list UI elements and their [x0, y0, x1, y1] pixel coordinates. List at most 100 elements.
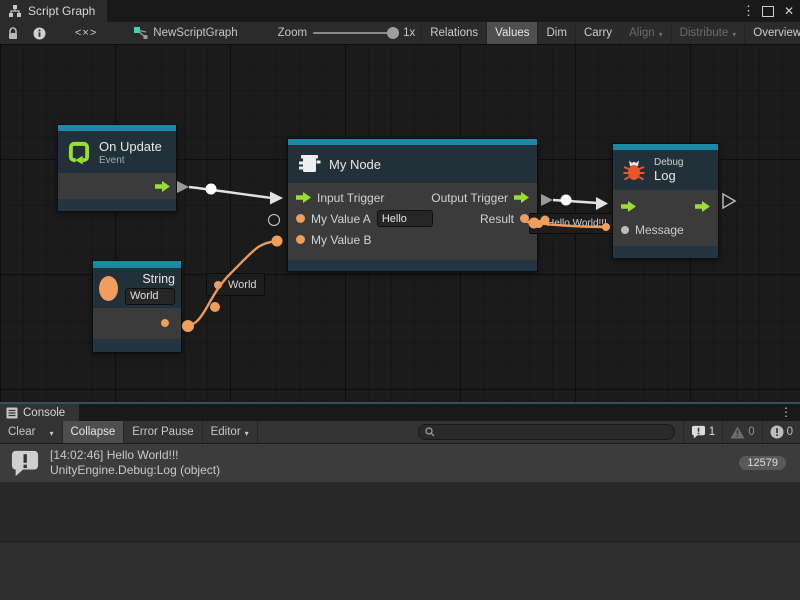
- relations-button[interactable]: Relations: [421, 22, 486, 44]
- log-collapse-count: 12579: [739, 456, 786, 470]
- bug-icon: [621, 157, 647, 183]
- string-output-port[interactable]: [161, 319, 169, 327]
- node-title-bar: [93, 261, 181, 268]
- tab-script-graph[interactable]: Script Graph: [0, 0, 107, 22]
- output-trigger-port[interactable]: [695, 201, 710, 212]
- node-on-update[interactable]: On Update Event: [57, 124, 177, 212]
- error-pause-button[interactable]: Error Pause: [124, 421, 202, 443]
- console-menu-icon[interactable]: ⋮: [780, 405, 792, 419]
- console-detail-pane[interactable]: [0, 542, 800, 600]
- node-category: Debug: [654, 157, 683, 168]
- input-trigger-port[interactable]: Input Trigger: [296, 191, 384, 205]
- node-footer: [288, 260, 537, 271]
- node-footer: [58, 199, 176, 211]
- chevron-down-icon: ▾: [659, 30, 663, 39]
- port-row: Input Trigger Output Trigger: [288, 187, 537, 208]
- overview-button[interactable]: Overview: [744, 22, 800, 44]
- info-count[interactable]: 1: [683, 421, 722, 443]
- wire-flow-dot: [210, 302, 220, 312]
- warning-count[interactable]: 0: [722, 421, 761, 443]
- node-debug-log[interactable]: Debug Log Message: [612, 143, 719, 259]
- wire-end-arrow: [270, 192, 283, 205]
- wire-flow-dot: [561, 195, 572, 206]
- console-tab-bar: Console ⋮: [0, 404, 800, 421]
- port-label: My Value A: [311, 212, 371, 226]
- maximize-icon[interactable]: [762, 6, 774, 17]
- lock-icon[interactable]: [0, 22, 26, 44]
- tab-console[interactable]: Console: [0, 404, 79, 421]
- chevron-down-icon: ▾: [245, 429, 249, 438]
- graph-toolbar: <×> NewScriptGraph Zoom 1x Relations Val…: [0, 22, 800, 45]
- console-list-empty[interactable]: [0, 483, 800, 542]
- close-icon[interactable]: ✕: [784, 4, 794, 18]
- collapse-button[interactable]: Collapse: [63, 421, 125, 443]
- wire-source-arrow[interactable]: [177, 181, 189, 193]
- string-value-input[interactable]: [125, 288, 175, 305]
- port-label: Result: [480, 212, 514, 226]
- distribute-button[interactable]: Distribute▾: [671, 22, 745, 44]
- value-dot-icon: [214, 281, 222, 289]
- output-trigger-port[interactable]: Output Trigger: [431, 191, 529, 205]
- zoom-control: Zoom 1x: [248, 27, 422, 39]
- graph-tab-icon: [8, 4, 22, 18]
- output-trigger-port[interactable]: [155, 181, 170, 192]
- graph-name: NewScriptGraph: [153, 27, 237, 39]
- align-button[interactable]: Align▾: [620, 22, 671, 44]
- node-body: Input Trigger Output Trigger My Value A …: [288, 183, 537, 260]
- wire-flow-dot: [272, 236, 283, 247]
- values-button[interactable]: Values: [486, 22, 537, 44]
- error-count[interactable]: 0: [762, 421, 800, 443]
- result-port[interactable]: Result: [480, 212, 529, 226]
- message-port[interactable]: Message: [621, 223, 684, 237]
- node-title: On Update: [99, 139, 162, 154]
- graph-asset-icon: [133, 26, 148, 40]
- wire-flow-dot: [182, 320, 194, 332]
- console-search: [418, 424, 675, 440]
- warning-triangle-icon: [730, 426, 745, 439]
- node-header: Debug Log: [613, 150, 718, 190]
- search-input[interactable]: [439, 425, 668, 439]
- info-icon[interactable]: [26, 22, 53, 44]
- console-log-entry[interactable]: [14:02:46] Hello World!!! UnityEngine.De…: [0, 444, 800, 483]
- node-header: My Node: [288, 145, 537, 183]
- wire-value-tooltip-world: World: [206, 273, 265, 296]
- zoom-label: Zoom: [278, 27, 307, 39]
- value-port-icon: [296, 214, 305, 223]
- graph-canvas[interactable]: On Update Event My Node: [0, 44, 800, 402]
- value-port-icon: [621, 226, 629, 234]
- wire-control-2[interactable]: [553, 200, 598, 203]
- node-subtitle: Event: [99, 155, 162, 166]
- wire-control-1[interactable]: [189, 187, 272, 198]
- info-bubble-icon: [691, 425, 706, 439]
- port-label: My Value B: [311, 233, 371, 247]
- port-row: My Value B: [288, 229, 537, 250]
- unconnected-trigger-indicator: [723, 194, 735, 208]
- node-title: Log: [654, 168, 683, 183]
- node-title: String: [142, 272, 175, 286]
- clear-dropdown-button[interactable]: ▾: [41, 421, 62, 443]
- dim-button[interactable]: Dim: [537, 22, 574, 44]
- wire-source-arrow[interactable]: [541, 194, 553, 206]
- chevron-down-icon: ▾: [49, 429, 53, 438]
- value-port-icon: [296, 235, 305, 244]
- unit-box-icon: [296, 151, 322, 177]
- clear-button[interactable]: Clear: [0, 421, 41, 443]
- graph-breadcrumb[interactable]: NewScriptGraph: [119, 26, 247, 40]
- value-port-icon: [520, 214, 529, 223]
- node-header: On Update Event: [58, 131, 176, 173]
- port-label: Input Trigger: [317, 191, 384, 205]
- editor-dropdown[interactable]: Editor▾: [203, 421, 258, 443]
- zoom-slider[interactable]: [313, 32, 397, 34]
- zoom-slider-handle[interactable]: [387, 27, 399, 39]
- my-value-a-port[interactable]: My Value A: [296, 210, 433, 227]
- my-value-a-input[interactable]: [377, 210, 433, 227]
- window-menu-icon[interactable]: ⋮: [742, 3, 752, 19]
- carry-button[interactable]: Carry: [575, 22, 620, 44]
- my-value-b-port[interactable]: My Value B: [296, 233, 371, 247]
- input-trigger-port[interactable]: [621, 201, 636, 212]
- node-header: String: [93, 268, 181, 308]
- code-preview-button[interactable]: <×>: [53, 27, 119, 39]
- node-string[interactable]: String: [92, 260, 182, 353]
- node-my-node[interactable]: My Node Input Trigger Output Trigger: [287, 138, 538, 272]
- console-tab-icon: [6, 407, 18, 419]
